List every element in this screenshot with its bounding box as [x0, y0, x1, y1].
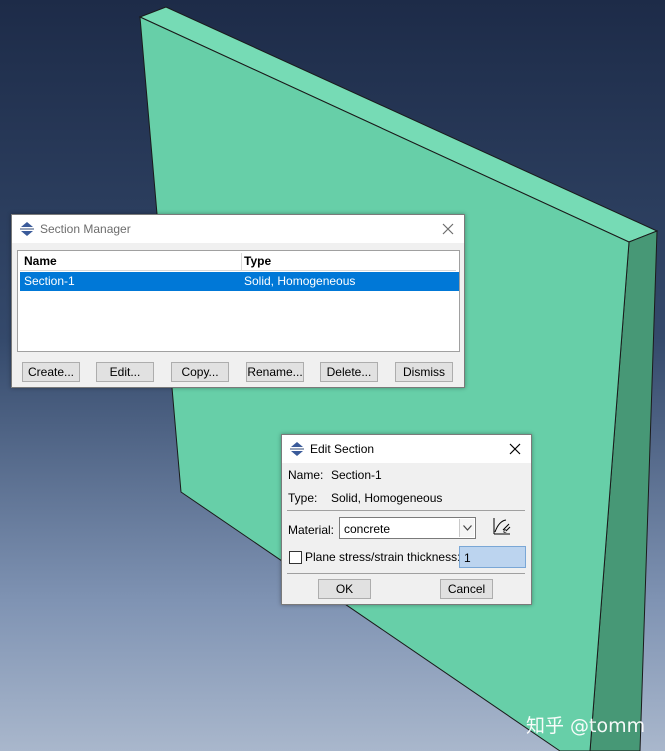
name-label: Name:	[288, 468, 324, 482]
create-button[interactable]: Create...	[22, 362, 80, 382]
thickness-checkbox[interactable]	[289, 551, 302, 564]
column-header-name[interactable]: Name	[24, 254, 57, 268]
column-divider[interactable]	[241, 253, 242, 270]
close-icon	[509, 443, 521, 455]
row-name-cell: Section-1	[24, 274, 75, 288]
name-value: Section-1	[331, 468, 382, 482]
thickness-value: 1	[464, 551, 471, 565]
edit-section-title: Edit Section	[310, 442, 375, 456]
delete-button[interactable]: Delete...	[320, 362, 378, 382]
edit-section-dialog: Edit Section Name: Section-1 Type: Solid…	[281, 434, 532, 605]
edit-section-titlebar[interactable]: Edit Section	[282, 435, 531, 463]
edit-section-close-button[interactable]	[505, 439, 525, 459]
table-row[interactable]: Section-1 Solid, Homogeneous	[20, 272, 459, 291]
create-material-icon[interactable]: ε	[492, 516, 512, 536]
dismiss-button[interactable]: Dismiss	[395, 362, 453, 382]
watermark: 知乎 @tomm	[526, 715, 646, 737]
ok-button[interactable]: OK	[318, 579, 371, 599]
type-value: Solid, Homogeneous	[331, 491, 443, 505]
close-icon	[442, 223, 454, 235]
abaqus-app-icon	[20, 222, 34, 236]
section-manager-title: Section Manager	[40, 222, 131, 236]
section-manager-titlebar[interactable]: Section Manager	[12, 215, 464, 243]
type-label: Type:	[288, 491, 318, 505]
table-header: Name Type	[20, 253, 456, 271]
thickness-input[interactable]: 1	[459, 546, 526, 568]
divider	[287, 510, 525, 511]
divider	[287, 573, 525, 574]
material-select[interactable]: concrete	[339, 517, 476, 539]
thickness-label: Plane stress/strain thickness:	[305, 550, 461, 564]
material-select-value: concrete	[344, 522, 391, 536]
section-manager-close-button[interactable]	[438, 219, 458, 239]
section-list-table[interactable]: Name Type Section-1 Solid, Homogeneous	[17, 250, 460, 352]
section-manager-dialog: Section Manager Name Type Section-1 Soli…	[11, 214, 465, 388]
edit-button[interactable]: Edit...	[96, 362, 154, 382]
row-type-cell: Solid, Homogeneous	[244, 274, 356, 288]
material-label: Material:	[288, 523, 335, 537]
svg-text:ε: ε	[503, 527, 507, 535]
copy-button[interactable]: Copy...	[171, 362, 229, 382]
chevron-down-icon[interactable]	[459, 519, 474, 537]
abaqus-app-icon	[290, 442, 304, 456]
cancel-button[interactable]: Cancel	[440, 579, 493, 599]
rename-button[interactable]: Rename...	[246, 362, 304, 382]
column-header-type[interactable]: Type	[244, 254, 271, 268]
